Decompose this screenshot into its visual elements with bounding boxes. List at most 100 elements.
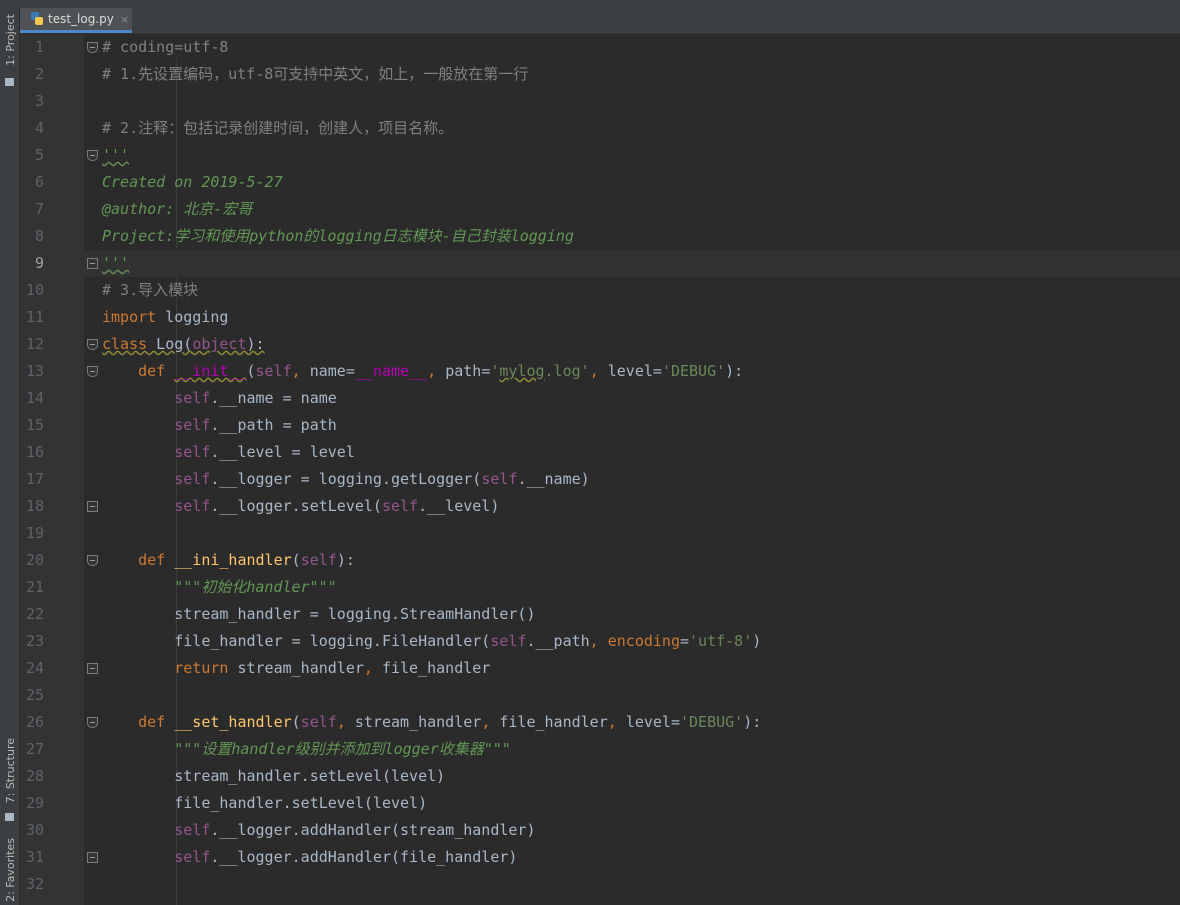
code-token: object: [192, 335, 247, 353]
structure-tool-tab[interactable]: 7: Structure: [1, 738, 18, 826]
code-token: (: [291, 713, 301, 731]
code-token: return: [174, 659, 238, 677]
code-token: level=: [625, 713, 680, 731]
code-token: __name__: [354, 362, 428, 380]
line-number: 26: [25, 713, 44, 731]
code-token: 'utf-8': [689, 632, 753, 650]
code-token: (: [246, 362, 256, 380]
fold-toggle-icon[interactable]: [87, 501, 98, 512]
code-line[interactable]: self.__name = name: [102, 385, 337, 412]
code-token: ''': [102, 146, 130, 164]
code-line[interactable]: file_handler = logging.FileHandler(self.…: [102, 628, 761, 655]
code-token: self: [381, 497, 419, 515]
line-number: 20: [25, 551, 44, 569]
code-token: self: [174, 443, 211, 461]
fold-toggle-icon[interactable]: [87, 150, 98, 161]
favorites-tool-tab[interactable]: 2: Favorites: [1, 838, 18, 905]
code-token: stream_handler.setLevel(level): [102, 767, 446, 785]
line-number: 11: [25, 308, 44, 326]
code-token: ):: [246, 335, 265, 353]
code-token: ''': [102, 254, 130, 272]
line-number: 10: [25, 281, 44, 299]
fold-toggle-icon[interactable]: [87, 852, 98, 863]
code-token: ,: [363, 659, 382, 677]
code-line[interactable]: file_handler.setLevel(level): [102, 790, 427, 817]
code-line[interactable]: return stream_handler, file_handler: [102, 655, 490, 682]
line-number: 19: [25, 524, 44, 542]
project-tool-tab[interactable]: 1: Project: [1, 14, 18, 92]
code-line[interactable]: stream_handler.setLevel(level): [102, 763, 445, 790]
code-line[interactable]: self.__logger.setLevel(self.__level): [102, 493, 499, 520]
code-line[interactable]: stream_handler = logging.StreamHandler(): [102, 601, 535, 628]
code-line[interactable]: def __ini_handler(self):: [102, 547, 355, 574]
code-token: file_handler: [499, 713, 608, 731]
code-token: # coding=utf-8: [102, 38, 229, 56]
close-icon[interactable]: ×: [120, 13, 129, 26]
code-token: stream_handler = logging.StreamHandler(): [102, 605, 536, 623]
code-line[interactable]: self.__path = path: [102, 412, 337, 439]
code-line[interactable]: # 2.注释：包括记录创建时间，创建人，项目名称。: [102, 115, 453, 142]
code-token: name=: [309, 362, 355, 380]
code-line[interactable]: # coding=utf-8: [102, 34, 228, 61]
line-number: 23: [25, 632, 44, 650]
code-token: .__level): [418, 497, 500, 515]
code-line[interactable]: import logging: [102, 304, 228, 331]
code-token: file_handler: [381, 659, 491, 677]
code-token: .__logger = logging.getLogger(: [210, 470, 482, 488]
fold-toggle-icon[interactable]: [87, 555, 98, 566]
fold-toggle-icon[interactable]: [87, 663, 98, 674]
fold-toggle-icon[interactable]: [87, 42, 98, 53]
code-token: 'DEBUG': [680, 713, 744, 731]
tab-test-log-py[interactable]: test_log.py ×: [20, 8, 132, 33]
code-line[interactable]: class Log(object):: [102, 331, 265, 358]
code-token: mylog: [499, 362, 545, 380]
code-token: ,: [336, 713, 355, 731]
code-line[interactable]: ''': [102, 250, 129, 277]
code-line[interactable]: self.__logger = logging.getLogger(self._…: [102, 466, 589, 493]
code-token: __init__: [174, 362, 247, 380]
fold-toggle-icon[interactable]: [87, 717, 98, 728]
code-line[interactable]: def __init__(self, name=__name__, path= '…: [102, 358, 743, 385]
code-token: .log': [544, 362, 590, 380]
window-top-strip: [0, 0, 1180, 8]
code-line[interactable]: Created on 2019-5-27: [102, 169, 283, 196]
fold-toggle-icon[interactable]: [87, 366, 98, 377]
fold-toggle-icon[interactable]: [87, 258, 98, 269]
line-number: 28: [25, 767, 44, 785]
code-line[interactable]: # 1.先设置编码，utf-8可支持中英文，如上，一般放在第一行: [102, 61, 528, 88]
code-line[interactable]: def __set_handler(self, stream_handler, …: [102, 709, 761, 736]
code-token: self: [174, 821, 211, 839]
code-token: stream_handler: [354, 713, 482, 731]
code-line[interactable]: Project:学习和使用python的logging日志模块-自己封装logg…: [102, 223, 574, 250]
line-number: 3: [34, 92, 44, 110]
code-token: .__level = level: [210, 443, 355, 461]
code-line[interactable]: """设置handler级别并添加到logger收集器""": [102, 736, 511, 763]
code-line[interactable]: ''': [102, 142, 129, 169]
code-line[interactable]: self.__logger.addHandler(file_handler): [102, 844, 517, 871]
current-line-highlight: [84, 250, 1180, 277]
editor-tab-bar: test_log.py ×: [20, 8, 1180, 34]
line-number: 18: [25, 497, 44, 515]
code-line[interactable]: @author: 北京-宏哥: [102, 196, 252, 223]
code-token: .__path = path: [210, 416, 337, 434]
code-token: class: [102, 335, 148, 353]
code-token: self: [300, 551, 337, 569]
code-token: file_handler = logging.FileHandler(: [102, 632, 491, 650]
line-number: 6: [34, 173, 44, 191]
code-line[interactable]: self.__logger.addHandler(stream_handler): [102, 817, 535, 844]
code-token: ,: [481, 713, 500, 731]
code-line[interactable]: self.__level = level: [102, 439, 355, 466]
code-line[interactable]: # 3.导入模块: [102, 277, 198, 304]
line-number: 32: [25, 875, 44, 893]
code-token: logging: [156, 308, 229, 326]
code-line[interactable]: """初始化handler""": [102, 574, 336, 601]
fold-toggle-icon[interactable]: [87, 339, 98, 350]
code-token: @author: 北京-宏哥: [102, 200, 253, 218]
